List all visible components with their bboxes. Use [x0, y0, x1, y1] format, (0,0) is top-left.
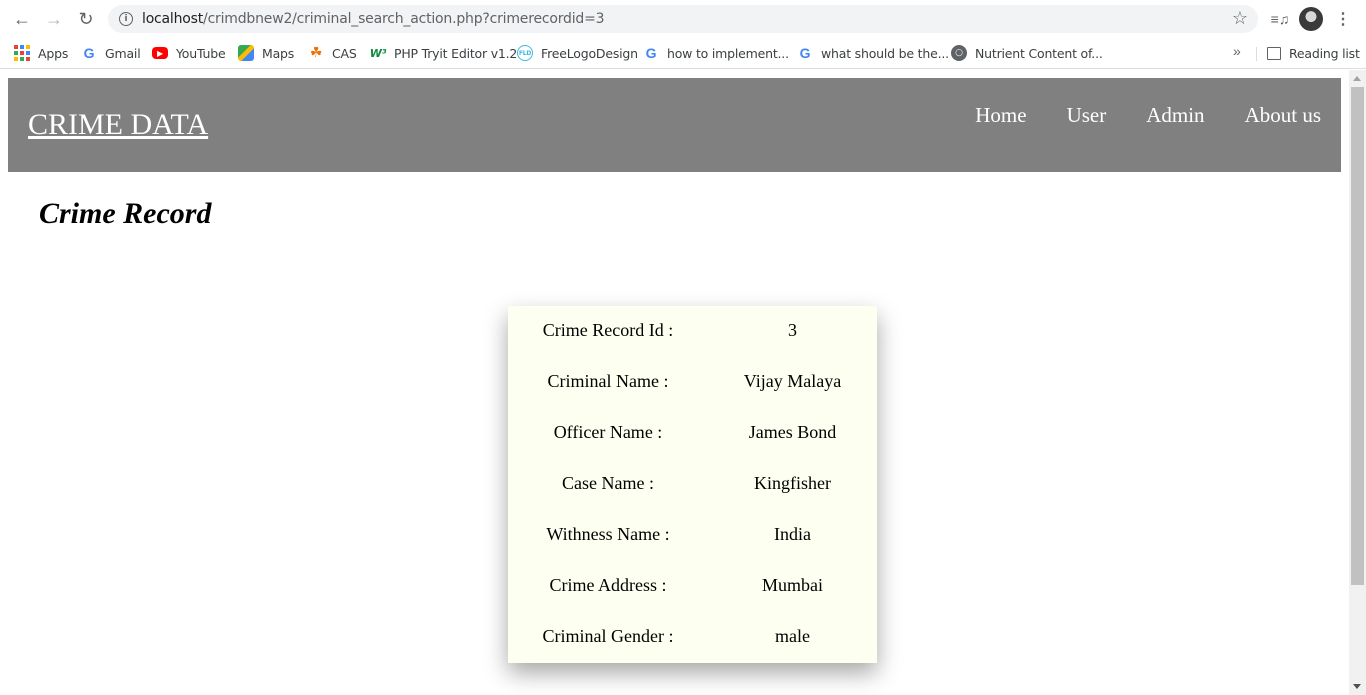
back-arrow-icon[interactable]: ← [10, 8, 34, 30]
nav-home-link[interactable]: Home [975, 103, 1026, 128]
record-label: Withness Name : [546, 524, 670, 544]
bookmark-apps[interactable]: Apps [14, 43, 68, 63]
more-bookmarks-chevron-icon[interactable]: » [1233, 43, 1241, 59]
record-label: Officer Name : [553, 422, 663, 442]
media-queue-icon[interactable]: ≡♫ [1268, 7, 1292, 31]
record-label: Criminal Name : [547, 371, 669, 391]
bookmark-what-should-be[interactable]: G what should be the... [797, 43, 949, 63]
bookmark-label: CAS [332, 45, 357, 61]
vertical-scrollbar[interactable] [1349, 70, 1366, 695]
bookmark-label: FreeLogoDesign [541, 45, 638, 61]
google-icon: G [799, 45, 811, 61]
bookmark-freelogodesign[interactable]: FLD FreeLogoDesign [517, 43, 638, 63]
record-label: Case Name : [562, 473, 654, 493]
record-value: male [775, 626, 810, 646]
site-nav: Home User Admin About us [935, 103, 1321, 128]
record-value: Kingfisher [754, 473, 831, 493]
record-value: India [774, 524, 811, 544]
bookmark-label: what should be the... [821, 45, 949, 61]
maps-icon [238, 45, 254, 61]
forward-arrow-icon[interactable]: → [42, 8, 66, 30]
bookmark-star-icon[interactable]: ☆ [1232, 8, 1248, 29]
record-value: Vijay Malaya [743, 371, 842, 391]
scrollbar-thumb[interactable] [1351, 87, 1364, 585]
google-icon: G [83, 45, 95, 61]
bookmark-label: PHP Tryit Editor v1.2 [394, 45, 518, 61]
address-bar[interactable]: i localhost/crimdbnew2/criminal_search_a… [108, 5, 1258, 33]
bookmark-cas[interactable]: ☘ CAS [308, 43, 357, 63]
bookmarks-bar: Apps G Gmail ▶ YouTube Maps ☘ CAS W³ PHP… [0, 38, 1366, 69]
record-value: 3 [788, 320, 797, 340]
bookmark-how-to-implement[interactable]: G how to implement... [643, 43, 789, 63]
record-row-crime-address: Crime Address : Mumbai [508, 561, 877, 612]
bookmark-label: Nutrient Content of... [975, 45, 1103, 61]
record-row-crime-record-id: Crime Record Id : 3 [508, 306, 877, 357]
google-icon: G [645, 45, 657, 61]
site-brand-link[interactable]: CRIME DATA [28, 108, 208, 142]
url-path: /crimdbnew2/criminal_search_action.php?c… [203, 11, 605, 27]
kebab-menu-icon[interactable]: ⋮ [1333, 7, 1353, 31]
reading-list-icon [1267, 46, 1281, 60]
w3schools-icon: W³ [369, 46, 387, 60]
record-row-case-name: Case Name : Kingfisher [508, 459, 877, 510]
site-info-icon[interactable]: i [119, 12, 133, 26]
record-row-criminal-name: Criminal Name : Vijay Malaya [508, 357, 877, 408]
page-title: Crime Record [39, 197, 212, 230]
url-host: localhost [142, 11, 204, 27]
site-header: CRIME DATA Home User Admin About us [8, 78, 1341, 172]
bookmark-label: Maps [262, 45, 295, 61]
record-row-criminal-gender: Criminal Gender : male [508, 612, 877, 663]
bookmark-youtube[interactable]: ▶ YouTube [152, 43, 226, 63]
record-label: Crime Record Id : [542, 320, 674, 340]
bookmark-php-tryit[interactable]: W³ PHP Tryit Editor v1.2 [369, 43, 518, 63]
bookmark-label: Apps [38, 45, 69, 61]
scroll-up-arrow-icon[interactable] [1353, 76, 1361, 81]
youtube-icon: ▶ [152, 47, 168, 59]
record-value: James Bond [748, 422, 837, 442]
browser-toolbar: ← → ↻ i localhost/crimdbnew2/criminal_se… [0, 0, 1366, 38]
bookmarks-divider [1256, 47, 1257, 61]
scroll-down-arrow-icon[interactable] [1353, 684, 1361, 689]
record-row-officer-name: Officer Name : James Bond [508, 408, 877, 459]
bookmark-label: YouTube [176, 45, 226, 61]
reading-list-label: Reading list [1289, 45, 1360, 61]
nav-about-us-link[interactable]: About us [1245, 103, 1321, 128]
record-label: Criminal Gender : [542, 626, 674, 646]
apps-grid-icon [14, 45, 30, 61]
reload-icon[interactable]: ↻ [74, 8, 98, 30]
bookmark-label: Gmail [105, 45, 141, 61]
bookmark-label: how to implement... [667, 45, 789, 61]
record-label: Crime Address : [549, 575, 667, 595]
reading-list-button[interactable]: Reading list [1267, 43, 1360, 63]
bookmark-nutrient-content[interactable]: ○ Nutrient Content of... [951, 43, 1103, 63]
nav-user-link[interactable]: User [1067, 103, 1107, 128]
freelogodesign-icon: FLD [517, 45, 533, 61]
profile-avatar[interactable] [1299, 7, 1323, 31]
globe-icon: ○ [951, 45, 967, 61]
bookmark-maps[interactable]: Maps [238, 43, 294, 63]
bookmark-gmail[interactable]: G Gmail [81, 43, 141, 63]
record-row-witness-name: Withness Name : India [508, 510, 877, 561]
nav-admin-link[interactable]: Admin [1146, 103, 1204, 128]
web-page: CRIME DATA Home User Admin About us Crim… [0, 70, 1366, 695]
url-text[interactable]: localhost/crimdbnew2/criminal_search_act… [142, 11, 605, 27]
record-value: Mumbai [762, 575, 823, 595]
crime-record-card: Crime Record Id : 3 Criminal Name : Vija… [508, 306, 877, 663]
cas-icon: ☘ [309, 45, 323, 61]
